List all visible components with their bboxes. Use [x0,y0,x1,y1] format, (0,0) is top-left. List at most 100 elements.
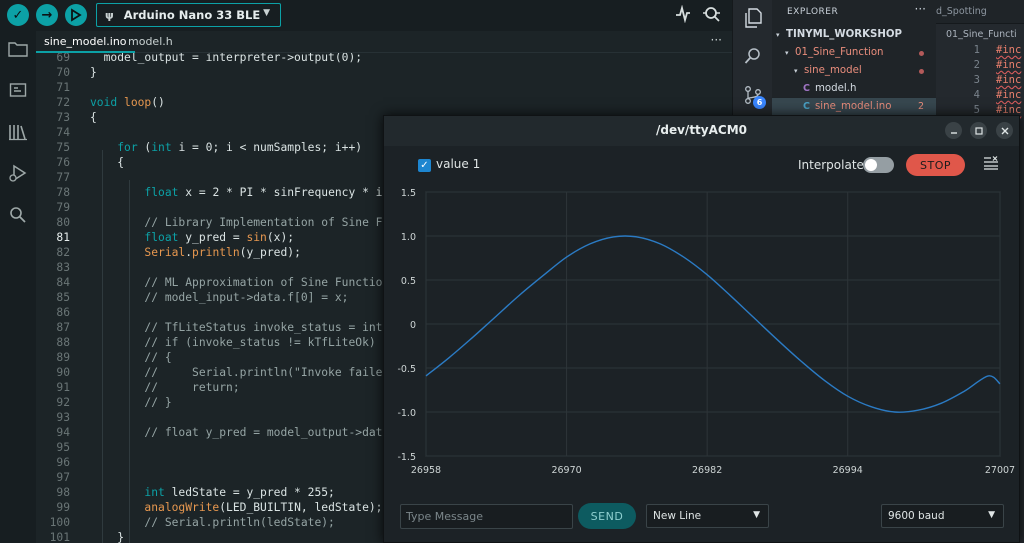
tab-menu-icon[interactable]: ··· [711,33,722,47]
x-tick-label: 27007 [985,465,1015,476]
tab-model-h[interactable]: model.h [120,31,181,53]
code-line[interactable]: 71 [36,81,726,96]
interpolate-toggle[interactable] [863,157,894,173]
line-number: 69 [56,53,70,64]
line-number: 96 [56,456,70,469]
library-manager-icon[interactable] [6,120,30,144]
code-text: } [90,531,125,543]
code-line[interactable]: 3 #inc [936,74,1024,89]
x-tick-label: 26994 [833,465,863,476]
y-tick-label: 0.5 [401,276,416,287]
problem-count-badge: 2 [917,101,924,112]
line-number: 93 [56,411,70,424]
close-button[interactable] [996,122,1013,139]
line-number: 99 [56,501,70,514]
code-line[interactable]: 4 #inc [936,89,1024,104]
explorer-more-icon[interactable]: ··· [915,2,926,16]
code-text: // { [144,351,172,364]
debug-button[interactable] [65,4,87,26]
line-number: 74 [56,126,70,139]
code-text: // if (invoke_status != kTfLiteOk) [144,336,376,349]
tree-item-label: TINYML_WORKSHOP [786,29,902,40]
tree-item-label: model.h [814,83,857,94]
line-number: 101 [49,531,70,543]
serial-monitor-icon[interactable] [702,5,722,27]
search-icon[interactable] [6,203,30,227]
serial-plotter-icon[interactable] [674,4,692,27]
toolbar: ✓ → ψ Arduino Nano 33 BLE ▼ [0,0,732,31]
line-number: 3 [973,74,980,86]
message-input[interactable] [400,504,573,529]
code-line[interactable]: 70} [36,66,726,81]
tree-item[interactable]: Csine_model.ino 2 [772,98,936,116]
x-tick-label: 26970 [551,465,581,476]
clear-plot-icon[interactable] [982,154,1000,172]
maximize-icon [974,126,983,135]
line-number: 88 [56,336,70,349]
code-line[interactable]: 1 #inc [936,44,1024,59]
line-number: 87 [56,321,70,334]
code-text: // } [144,396,172,409]
boards-manager-icon[interactable] [6,78,30,102]
line-number: 75 [56,141,70,154]
line-number: 90 [56,366,70,379]
verify-button[interactable]: ✓ [7,4,29,26]
minimize-button[interactable] [945,122,962,139]
board-selector[interactable]: ψ Arduino Nano 33 BLE ▼ [96,3,281,27]
breadcrumb[interactable]: 01_Sine_Functi [946,29,1017,40]
minimize-icon [950,131,957,134]
code-text: #inc [996,59,1022,71]
line-number: 71 [56,81,70,94]
maximize-button[interactable] [970,122,987,139]
plotter-message-bar: SEND New Line ▼ 9600 baud ▼ [384,500,1019,543]
tree-item-label: sine_model [804,65,862,76]
scm-count-badge: 6 [753,96,766,109]
line-number: 72 [56,96,70,109]
line-number: 4 [973,89,980,101]
search-icon[interactable] [742,45,764,67]
code-text: // Serial.println("Invoke failed [144,366,390,379]
line-ending-select[interactable]: New Line ▼ [646,504,769,528]
line-number: 97 [56,471,70,484]
code-text: void loop() [90,96,165,109]
tree-item[interactable]: Cmodel.h [772,80,936,98]
stop-button[interactable]: STOP [906,154,965,176]
chevron-down-icon: ▼ [263,8,270,18]
line-chart: 1.5 1.0 0.5 0 -0.5 -1.0 -1.5 26958 26970 26982 269… [397,188,1015,476]
line-number: 95 [56,441,70,454]
code-line[interactable]: 69 model_output = interpreter->output(0)… [36,53,726,66]
line-number: 81 [56,231,70,244]
code-text: // model_input->data.f[0] = x; [144,291,349,304]
send-button[interactable]: SEND [578,503,636,529]
code-line[interactable]: 72 void loop() [36,96,726,111]
tab-keyword-spotting[interactable]: d_Spotting [936,6,987,17]
code-line[interactable]: 2 #inc [936,59,1024,74]
line-ending-value: New Line [653,510,702,522]
explorer-files-icon[interactable] [742,7,764,29]
board-name: Arduino Nano 33 BLE [123,8,261,22]
tree-item[interactable]: ▾ 01_Sine_Function [772,44,936,62]
explorer-title: EXPLORER [787,7,839,17]
line-number: 92 [56,396,70,409]
line-number: 85 [56,291,70,304]
code-text: // Serial.println(ledState); [144,516,335,529]
debug-panel-icon[interactable] [6,161,30,185]
code-text: { [90,156,125,169]
modified-dot [919,51,924,56]
upload-button[interactable]: → [36,4,58,26]
chevron-down-icon: ▾ [785,49,789,57]
sketchbook-folder-icon[interactable] [6,37,30,61]
tree-item[interactable]: ▾ sine_model [772,62,936,80]
line-number: 80 [56,216,70,229]
tree-item[interactable]: ▾ TINYML_WORKSHOP [772,26,936,44]
code-text: // TfLiteStatus invoke_status = inte [144,321,390,334]
baud-rate-select[interactable]: 9600 baud ▼ [881,504,1004,528]
plotter-titlebar[interactable]: /dev/ttyACM0 [384,116,1019,146]
modified-dot [919,69,924,74]
code-text: float x = 2 * PI * sinFrequency * i [144,186,383,199]
window-title: /dev/ttyACM0 [656,123,747,137]
line-number: 100 [49,516,70,529]
line-number: 76 [56,156,70,169]
line-number: 78 [56,186,70,199]
series-checkbox[interactable]: ✓ [418,159,431,172]
